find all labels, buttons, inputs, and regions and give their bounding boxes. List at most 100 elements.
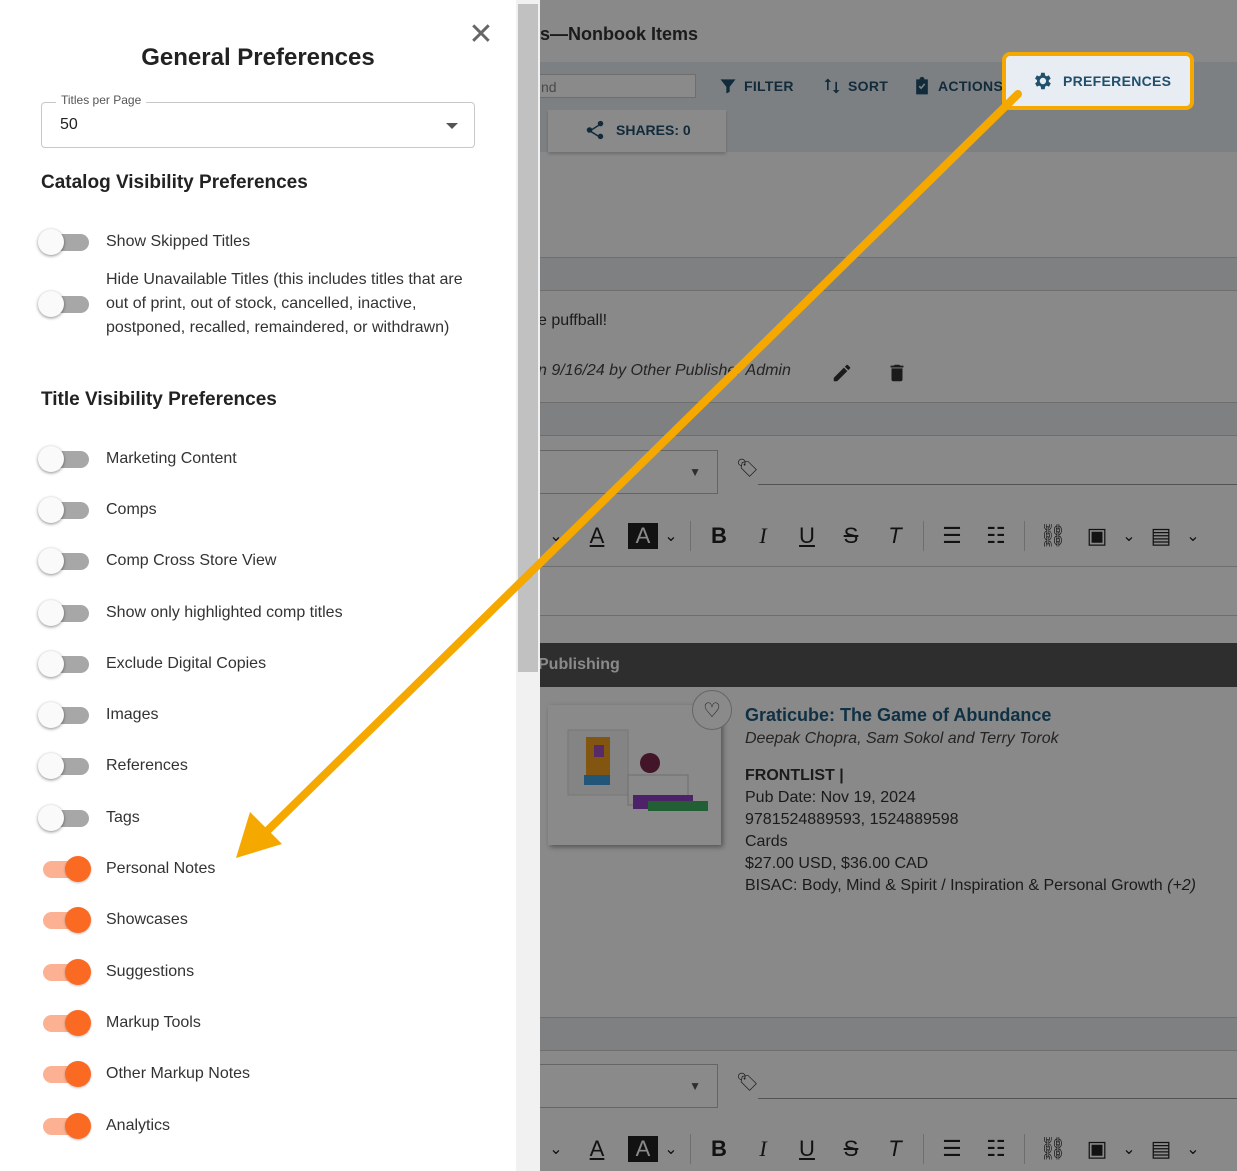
preferences-button[interactable]: PREFERENCES [1002,52,1194,110]
toggle-switch[interactable] [38,907,91,933]
toggle-switch[interactable] [38,1010,91,1036]
note-text: e puffball! [538,312,608,329]
pref-row-suggestions: Suggestions [38,959,194,985]
chevron-down-icon[interactable]: ⌄ [658,1139,684,1159]
toggle-switch[interactable] [38,959,91,985]
list-label: FRONTLIST | [745,767,844,784]
pref-label: Other Markup Notes [106,1065,251,1082]
book-info: FRONTLIST | Pub Date: Nov 19, 2024 97815… [745,765,1196,897]
highlight-color-icon[interactable]: A [628,1136,658,1162]
toggle-switch[interactable] [38,229,90,255]
strikethrough-icon[interactable]: S [829,523,873,549]
numbered-list-icon[interactable]: ☷ [974,1136,1018,1162]
section-band [538,257,1237,291]
toggle-switch[interactable] [38,291,90,317]
drawer-title: General Preferences [141,44,375,71]
favorite-heart-icon[interactable]: ♡ [692,690,732,730]
scrollbar-thumb[interactable] [518,4,538,672]
pref-label: Analytics [106,1117,171,1134]
format-toolbar: ⌄ A A ⌄ B I U S T ☰ ☷ ⛓ ▣ ⌄ ▤ ⌄ [538,518,1203,554]
chevron-down-icon[interactable]: ⌄ [538,526,574,546]
chevron-down-icon[interactable]: ⌄ [1119,526,1139,546]
pref-label: Show Skipped Titles [106,233,251,250]
gear-icon [1035,72,1051,90]
share-icon [586,120,604,140]
bold-icon[interactable]: B [697,1136,741,1162]
video-icon[interactable]: ▤ [1139,1136,1183,1162]
toggle-switch[interactable] [38,446,90,472]
titles-per-page-value: 50 [60,116,78,133]
note-editor[interactable] [538,566,1237,616]
tag-input[interactable] [758,460,1237,485]
image-icon[interactable]: ▣ [1075,523,1119,549]
chevron-down-icon[interactable]: ⌄ [1183,1139,1203,1159]
pref-label: Tags [106,809,140,826]
page-title: s—Nonbook Items [540,24,699,44]
video-icon[interactable]: ▤ [1139,523,1183,549]
book-title[interactable]: Graticube: The Game of Abundance [745,705,1051,726]
filter-button[interactable]: FILTER [718,75,794,97]
toggle-switch[interactable] [38,1113,91,1139]
divider [1024,1134,1025,1164]
bullet-list-icon[interactable]: ☰ [930,523,974,549]
toggle-switch[interactable] [38,702,90,728]
tag-select[interactable]: ▼ [538,1064,718,1108]
highlight-color-icon[interactable]: A [628,523,658,549]
pref-row-images: Images [38,702,158,728]
numbered-list-icon[interactable]: ☷ [974,523,1018,549]
book-authors: Deepak Chopra, Sam Sokol and Terry Torok [745,730,1059,747]
toggle-switch[interactable] [38,1061,91,1087]
chevron-down-icon[interactable]: ⌄ [538,1139,574,1159]
strikethrough-icon[interactable]: S [829,1136,873,1162]
clear-format-icon[interactable]: T [873,523,917,549]
isbns: 9781524889593, 1524889598 [745,811,959,828]
pref-row-personal-notes: Personal Notes [38,856,215,882]
bisac-more[interactable]: (+2) [1167,877,1196,894]
shares-button[interactable]: SHARES: 0 [584,119,691,141]
tag-input[interactable] [758,1074,1237,1099]
chevron-down-icon: ▼ [689,1079,701,1093]
toggle-switch[interactable] [38,805,90,831]
pencil-icon[interactable] [831,362,853,384]
pref-label: Markup Tools [106,1014,201,1031]
actions-button[interactable]: ACTIONS [912,75,1003,97]
bold-icon[interactable]: B [697,523,741,549]
font-color-icon[interactable]: A [574,523,620,549]
italic-icon[interactable]: I [741,523,785,549]
bullet-list-icon[interactable]: ☰ [930,1136,974,1162]
chevron-down-icon[interactable]: ⌄ [1119,1139,1139,1159]
titles-per-page-select[interactable]: Titles per Page 50 [41,93,475,148]
pref-row-exclude-digital: Exclude Digital Copies [38,651,266,677]
chevron-down-icon: ▼ [689,465,701,479]
sort-button[interactable]: SORT [822,75,888,97]
pref-row-references: References [38,753,188,779]
italic-icon[interactable]: I [741,1136,785,1162]
image-icon[interactable]: ▣ [1075,1136,1119,1162]
toggle-switch[interactable] [38,856,91,882]
divider [923,1134,924,1164]
toggle-switch[interactable] [38,753,90,779]
pref-row-showcases: Showcases [38,907,188,933]
pref-row-highlighted-comps: Show only highlighted comp titles [38,600,343,626]
chevron-down-icon[interactable]: ⌄ [658,526,684,546]
toggle-switch[interactable] [38,600,90,626]
link-icon[interactable]: ⛓ [1031,523,1075,549]
clear-format-icon[interactable]: T [873,1136,917,1162]
toggle-switch[interactable] [38,651,90,677]
search-input[interactable]: nd [538,74,696,98]
book-cover[interactable] [548,705,721,845]
toggle-switch[interactable] [38,497,90,523]
toggle-switch[interactable] [38,548,90,574]
chevron-down-icon[interactable]: ⌄ [1183,526,1203,546]
catalog-visibility-heading: Catalog Visibility Preferences [41,172,308,193]
pref-label: Exclude Digital Copies [106,655,267,672]
tag-select[interactable]: ▼ [538,450,718,494]
link-icon[interactable]: ⛓ [1031,1136,1075,1162]
trash-icon[interactable] [886,362,908,384]
underline-icon[interactable]: U [785,1136,829,1162]
underline-icon[interactable]: U [785,523,829,549]
sort-icon [824,78,840,94]
drawer-scrollbar[interactable] [516,0,540,1171]
pref-row-hide-unavailable: Hide Unavailable Titles (this includes t… [38,268,468,340]
font-color-icon[interactable]: A [574,1136,620,1162]
